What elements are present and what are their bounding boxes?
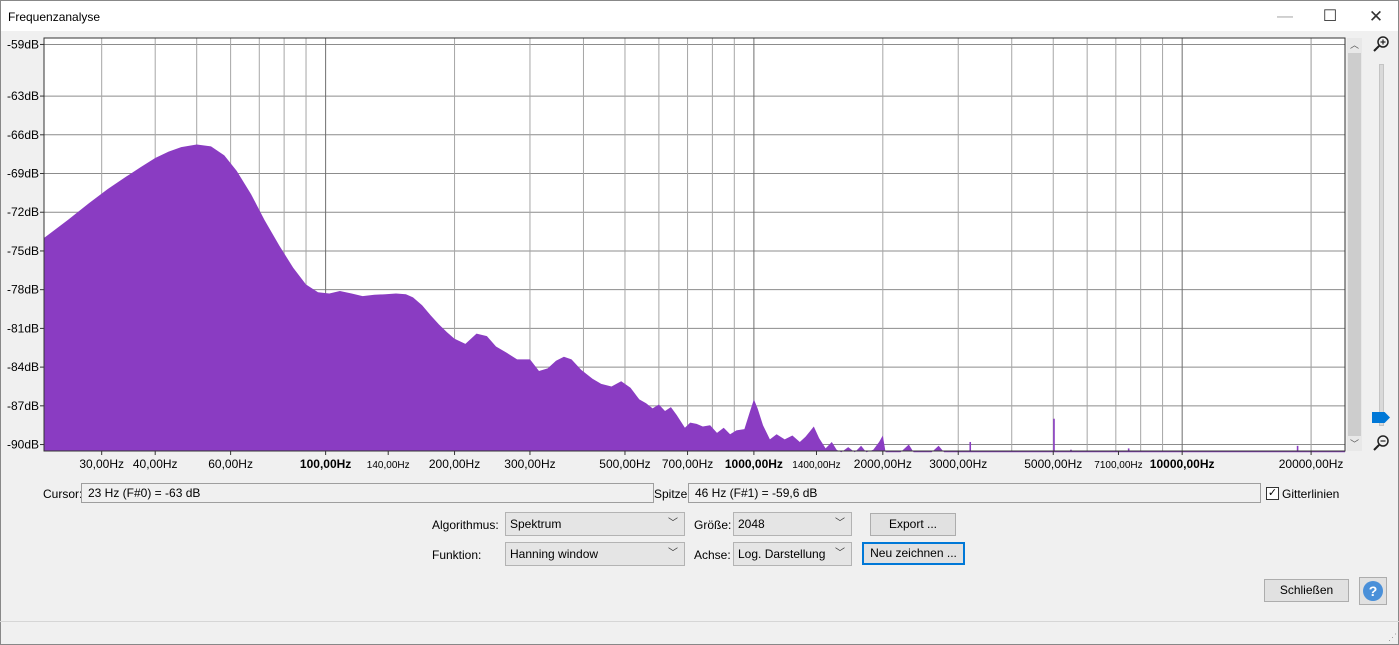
cursor-field[interactable]: 23 Hz (F#0) = -63 dB [81,483,654,503]
size-value: 2048 [738,517,765,531]
scroll-thumb[interactable] [1348,53,1361,436]
axis-label: Achse: [694,548,731,562]
chevron-down-icon: ﹀ [835,518,845,529]
scroll-up-arrow[interactable]: ︿ [1347,38,1362,52]
x-tick-label: 40,00Hz [133,457,178,471]
x-tick-label: 3000,00Hz [929,457,987,471]
gridlines-label: Gitterlinien [1282,487,1340,501]
x-tick-label: 20000,00Hz [1279,457,1344,471]
x-tick-label: 140,00Hz [367,460,410,471]
resize-grip-icon[interactable]: ⋰ [1388,632,1397,643]
algorithm-value: Spektrum [510,517,562,531]
x-tick-label: 10000,00Hz [1150,457,1215,471]
y-tick-label: -78dB [7,283,39,297]
x-tick-label: 2000,00Hz [854,457,912,471]
plot-scrollbar[interactable]: ︿ ﹀ [1347,38,1362,451]
x-tick-label: 30,00Hz [79,457,124,471]
x-tick-label: 200,00Hz [429,457,480,471]
chevron-down-icon: ﹀ [835,548,845,559]
x-tick-label: 1400,00Hz [792,460,840,471]
title-bar: Frequenzanalyse — ☐ ✕ [1,1,1398,31]
y-tick-label: -66dB [7,128,39,142]
y-tick-label: -87dB [7,399,39,413]
y-tick-label: -90dB [7,438,39,452]
y-tick-label: -84dB [7,360,39,374]
axis-value: Log. Darstellung [738,547,826,561]
x-tick-label: 60,00Hz [208,457,253,471]
x-tick-label: 500,00Hz [599,457,650,471]
zoom-out-icon[interactable] [1372,434,1390,452]
axis-select[interactable]: Log. Darstellung ﹀ [733,542,852,566]
help-icon: ? [1363,581,1383,601]
spectrum-plot[interactable]: -59dB -63dB -66dB -69dB -72dB -75dB -78dB -81dB… [0,30,1399,505]
peak-label: Spitze: [654,487,691,501]
x-tick-label: 7100,00Hz [1094,460,1142,471]
redraw-button[interactable]: Neu zeichnen ... [862,542,965,565]
export-button[interactable]: Export ... [870,513,956,536]
y-tick-label: -75dB [7,244,39,258]
y-tick-label: -81dB [7,321,39,335]
y-tick-label: -69dB [7,167,39,181]
x-tick-label: 300,00Hz [504,457,555,471]
scroll-down-arrow[interactable]: ﹀ [1347,437,1362,451]
window-title: Frequenzanalyse [8,10,101,24]
close-button[interactable]: Schließen [1264,579,1349,602]
x-axis: 30,00Hz 40,00Hz 60,00Hz 100,00Hz 140,00Hz 200… [79,451,1343,471]
help-button[interactable]: ? [1359,577,1387,605]
zoom-slider-track[interactable] [1379,64,1384,426]
size-label: Größe: [694,518,732,532]
peak-field[interactable]: 46 Hz (F#1) = -59,6 dB [688,483,1261,503]
maximize-button[interactable]: ☐ [1308,2,1352,31]
y-tick-label: -59dB [7,37,39,51]
y-tick-label: -72dB [7,205,39,219]
size-select[interactable]: 2048 ﹀ [733,512,852,536]
function-select[interactable]: Hanning window ﹀ [505,542,685,566]
chevron-down-icon: ﹀ [668,518,678,529]
gridlines-checkbox[interactable]: ✓ [1266,487,1279,500]
x-tick-label: 700,00Hz [662,457,713,471]
y-tick-label: -63dB [7,89,39,103]
algorithm-select[interactable]: Spektrum ﹀ [505,512,685,536]
algorithm-label: Algorithmus: [432,518,499,532]
chevron-down-icon: ﹀ [668,548,678,559]
function-label: Funktion: [432,548,482,562]
x-tick-label: 100,00Hz [300,457,351,471]
zoom-in-icon[interactable] [1372,35,1390,53]
x-tick-label: 5000,00Hz [1024,457,1082,471]
status-separator [0,621,1399,622]
close-window-button[interactable]: ✕ [1354,2,1398,31]
y-axis: -59dB -63dB -66dB -69dB -72dB -75dB -78dB -81dB… [7,37,44,452]
function-value: Hanning window [510,547,599,561]
x-tick-label: 1000,00Hz [725,457,783,471]
cursor-label: Cursor: [43,487,83,501]
minimize-button[interactable]: — [1263,2,1307,31]
